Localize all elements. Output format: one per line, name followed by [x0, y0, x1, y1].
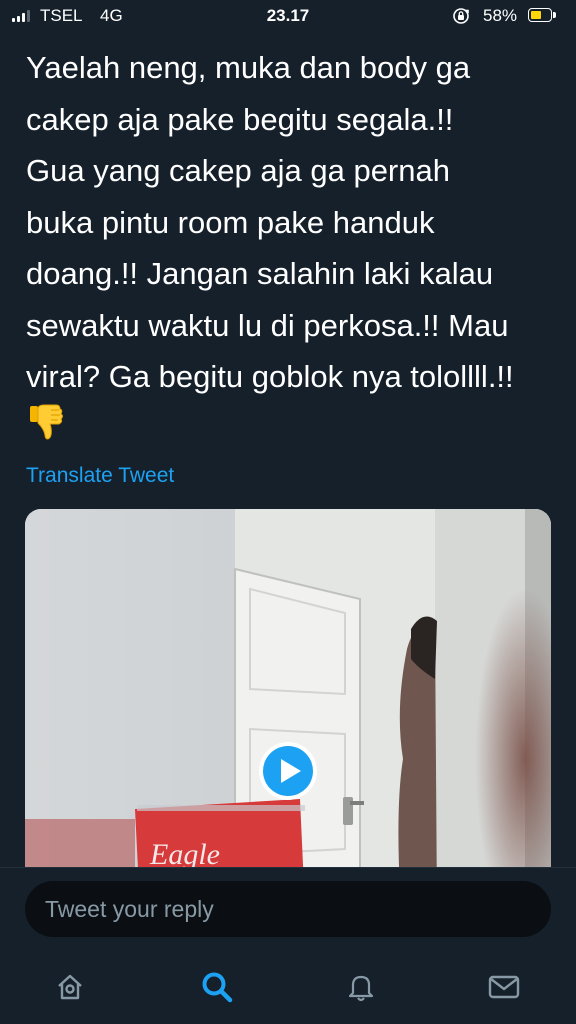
messages-icon	[488, 975, 520, 999]
battery-percent: 58%	[483, 6, 518, 25]
divider	[0, 867, 576, 868]
battery-icon	[528, 8, 552, 22]
bottom-tab-bar	[0, 967, 576, 1007]
tab-search[interactable]	[197, 967, 237, 1007]
orientation-lock-icon	[453, 8, 469, 24]
status-bar: TSEL 4G 23.17 58%	[0, 0, 576, 34]
play-video-button[interactable]	[259, 742, 317, 800]
tab-home[interactable]	[50, 967, 90, 1007]
notifications-icon	[348, 975, 374, 1002]
tab-messages[interactable]	[484, 967, 524, 1007]
tweet-video-thumbnail[interactable]: Eagle	[25, 509, 551, 909]
translate-tweet-link[interactable]: Translate Tweet	[26, 464, 174, 488]
search-icon	[202, 972, 233, 1003]
battery-nub	[553, 12, 556, 18]
tab-notifications[interactable]	[341, 967, 381, 1007]
reply-input[interactable]	[25, 881, 551, 937]
home-icon	[58, 974, 82, 1000]
tweet-text: Yaelah neng, muka dan body ga cakep aja …	[26, 50, 514, 394]
reply-bar	[0, 867, 576, 1024]
thumbs-down-icon	[30, 404, 63, 440]
